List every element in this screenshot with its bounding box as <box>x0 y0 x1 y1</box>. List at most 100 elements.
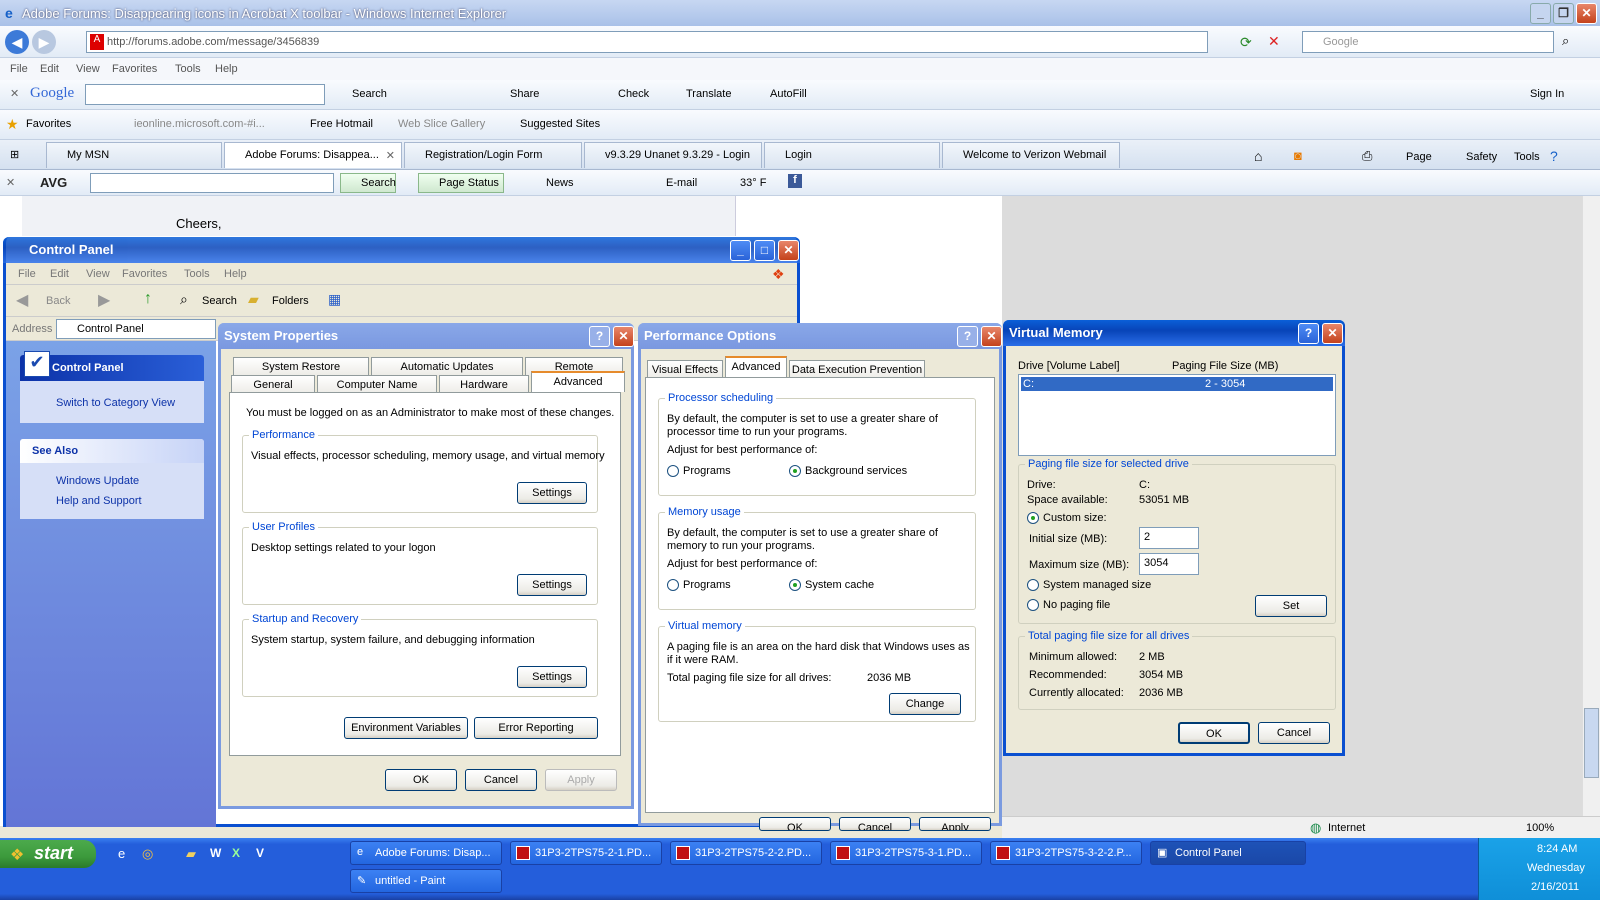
page-menu[interactable]: Page <box>1406 151 1432 163</box>
avg-search-button[interactable]: Search <box>340 173 396 193</box>
quicklaunch-visio-icon[interactable]: V <box>256 846 264 860</box>
quick-tabs-icon[interactable]: ⊞ <box>10 148 19 161</box>
system-managed-radio[interactable]: System managed size <box>1027 579 1151 592</box>
task-paint[interactable]: ✎ untitled - Paint <box>350 869 502 893</box>
cp-back-icon[interactable]: ◀ <box>16 290 28 310</box>
cp-forward-icon[interactable]: ▶ <box>98 290 110 310</box>
tab-login[interactable]: Login <box>764 142 940 168</box>
vmd-ok-button[interactable]: OK <box>1178 722 1250 744</box>
google-signin-button[interactable]: Sign In <box>1530 88 1564 100</box>
menu-favorites[interactable]: Favorites <box>112 63 157 75</box>
tab-verizon[interactable]: Welcome to Verizon Webmail <box>942 142 1120 168</box>
google-search-button[interactable]: Search <box>352 88 387 100</box>
cp-menu-favorites[interactable]: Favorites <box>122 268 167 280</box>
google-share-button[interactable]: Share <box>510 88 539 100</box>
back-icon[interactable]: ◀ <box>5 30 29 54</box>
cp-menu-help[interactable]: Help <box>224 268 247 280</box>
no-paging-radio[interactable]: No paging file <box>1027 599 1110 612</box>
cp-folders-button[interactable]: Folders <box>272 295 309 307</box>
refresh-icon[interactable]: ⟳ <box>1240 34 1252 51</box>
cp-minimize-button[interactable]: _ <box>730 240 751 261</box>
google-check-button[interactable]: Check <box>618 88 649 100</box>
initial-size-input[interactable]: 2 <box>1139 527 1199 549</box>
sp-ok-button[interactable]: OK <box>385 769 457 791</box>
ie-scrollbar[interactable] <box>1582 196 1600 826</box>
forward-icon[interactable]: ▶ <box>32 30 56 54</box>
set-button[interactable]: Set <box>1255 595 1327 617</box>
facebook-icon[interactable]: f <box>788 174 802 188</box>
cp-address-input[interactable]: Control Panel <box>56 319 216 339</box>
stop-icon[interactable]: ✕ <box>1268 33 1280 50</box>
tab-close-icon[interactable]: ✕ <box>386 149 395 162</box>
custom-size-radio[interactable]: Custom size: <box>1027 512 1107 525</box>
quicklaunch-excel-icon[interactable]: X <box>232 846 240 860</box>
scrollbar-thumb[interactable] <box>1584 708 1599 778</box>
proc-programs-radio[interactable]: Programs <box>667 465 731 478</box>
menu-view[interactable]: View <box>76 63 100 75</box>
vm-change-button[interactable]: Change <box>889 693 961 715</box>
sp-cancel-button[interactable]: Cancel <box>465 769 537 791</box>
user-profiles-settings-button[interactable]: Settings <box>517 574 587 596</box>
drive-list[interactable]: C: 2 - 3054 <box>1018 374 1336 456</box>
sp-help-button[interactable]: ? <box>589 326 610 347</box>
menu-file[interactable]: File <box>10 63 28 75</box>
google-search-input[interactable] <box>85 84 325 105</box>
ie-minimize-button[interactable]: _ <box>1530 3 1551 24</box>
task-pdf-1[interactable]: 31P3-2TPS75-2-1.PD... <box>510 841 662 865</box>
see-also-header[interactable]: See Also <box>20 439 204 463</box>
startup-settings-button[interactable]: Settings <box>517 666 587 688</box>
cp-close-button[interactable]: ✕ <box>778 240 799 261</box>
menu-help[interactable]: Help <box>215 63 238 75</box>
vmd-cancel-button[interactable]: Cancel <box>1258 722 1330 744</box>
quicklaunch-word-icon[interactable]: W <box>210 846 221 860</box>
zoom-text[interactable]: 100% <box>1526 822 1554 834</box>
tab-registration[interactable]: Registration/Login Form <box>404 142 582 168</box>
po-ok-button[interactable]: OK <box>759 817 831 831</box>
tab-system-restore[interactable]: System Restore <box>233 357 369 376</box>
cp-back-button[interactable]: Back <box>46 295 70 307</box>
error-reporting-button[interactable]: Error Reporting <box>474 717 598 739</box>
search-icon[interactable]: ⌕ <box>1562 33 1569 49</box>
avg-search-input[interactable] <box>90 173 334 193</box>
windows-update-link[interactable]: Windows Update <box>56 475 139 487</box>
quicklaunch-outlook-icon[interactable]: ◎ <box>142 846 153 862</box>
menu-edit[interactable]: Edit <box>40 63 59 75</box>
tab-adobe-forums[interactable]: Adobe Forums: Disappea... ✕ <box>224 142 402 168</box>
proc-background-radio[interactable]: Background services <box>789 465 907 478</box>
menu-tools[interactable]: Tools <box>175 63 201 75</box>
environment-variables-button[interactable]: Environment Variables <box>344 717 468 739</box>
po-help-button[interactable]: ? <box>957 326 978 347</box>
rss-icon[interactable]: ◙ <box>1294 148 1302 163</box>
mem-programs-radio[interactable]: Programs <box>667 579 731 592</box>
po-apply-button[interactable]: Apply <box>919 817 991 831</box>
cp-menu-file[interactable]: File <box>18 268 36 280</box>
switch-category-link[interactable]: Switch to Category View <box>56 397 175 409</box>
cp-maximize-button[interactable]: □ <box>754 240 775 261</box>
help-support-link[interactable]: Help and Support <box>56 495 142 507</box>
sp-apply-button[interactable]: Apply <box>545 769 617 791</box>
tools-menu[interactable]: Tools <box>1514 151 1540 163</box>
page-status-button[interactable]: Page Status <box>418 173 504 193</box>
tab-automatic-updates[interactable]: Automatic Updates <box>371 357 523 376</box>
cp-menu-view[interactable]: View <box>86 268 110 280</box>
task-adobe-forums[interactable]: e Adobe Forums: Disap... <box>350 841 502 865</box>
tab-unanet[interactable]: v9.3.29 Unanet 9.3.29 - Login <box>584 142 762 168</box>
ie-restore-button[interactable]: ❐ <box>1553 3 1574 24</box>
tab-my-msn[interactable]: My MSN <box>46 142 222 168</box>
address-input[interactable]: A http://forums.adobe.com/message/345683… <box>86 31 1208 53</box>
google-autofill-button[interactable]: AutoFill <box>770 88 807 100</box>
po-close-button[interactable]: ✕ <box>981 326 1002 347</box>
cp-up-icon[interactable]: ↑ <box>144 290 152 308</box>
task-pdf-3[interactable]: 31P3-2TPS75-3-1.PD... <box>830 841 982 865</box>
help-icon[interactable]: ? <box>1550 148 1558 164</box>
vmd-close-button[interactable]: ✕ <box>1322 323 1343 344</box>
quicklaunch-folder-icon[interactable]: ▰ <box>186 846 196 862</box>
search-input[interactable]: Google <box>1302 31 1554 53</box>
quicklaunch-ie-icon[interactable]: e <box>118 846 125 861</box>
task-pdf-4[interactable]: 31P3-2TPS75-3-2-2.P... <box>990 841 1142 865</box>
avg-close-icon[interactable]: ✕ <box>6 176 15 189</box>
max-size-input[interactable]: 3054 <box>1139 553 1199 575</box>
ie-close-button[interactable]: ✕ <box>1576 3 1597 24</box>
favorite-link-4[interactable]: Suggested Sites <box>520 118 600 130</box>
cp-search-button[interactable]: Search <box>202 295 237 307</box>
